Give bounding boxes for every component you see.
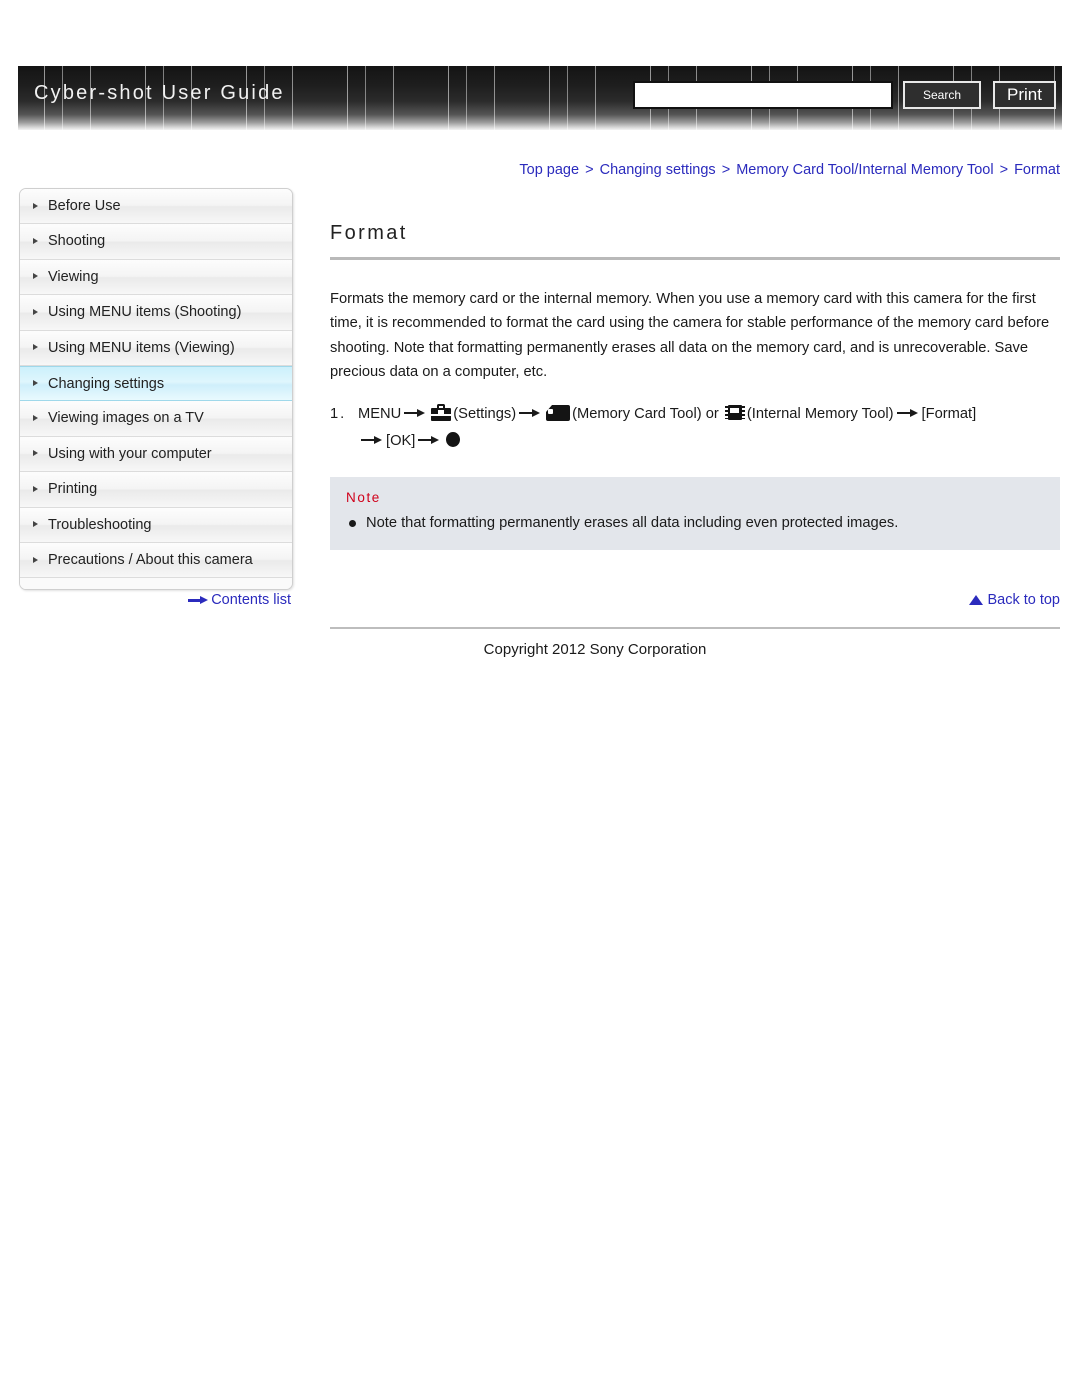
- chevron-right-icon: [33, 556, 38, 563]
- sidebar-item-precautions-about-this-camera[interactable]: Precautions / About this camera: [20, 542, 292, 579]
- chevron-right-icon: [33, 344, 38, 351]
- main-content: Format Formats the memory card or the in…: [330, 222, 1060, 658]
- sidebar-item-label: Troubleshooting: [48, 516, 152, 533]
- contents-list-link[interactable]: Contents list: [19, 592, 291, 608]
- breadcrumb-item-format[interactable]: Format: [1014, 162, 1060, 178]
- chevron-right-icon: [33, 202, 38, 209]
- sidebar-item-using-menu-items-viewing[interactable]: Using MENU items (Viewing): [20, 330, 292, 366]
- settings-toolbox-icon: [431, 404, 452, 422]
- print-button[interactable]: Print: [993, 81, 1056, 109]
- chevron-right-icon: [33, 273, 38, 280]
- note-item-list: Note that formatting permanently erases …: [346, 512, 1044, 534]
- sidebar-item-label: Viewing images on a TV: [48, 410, 204, 427]
- footer-divider: [330, 627, 1060, 630]
- search-button[interactable]: Search: [903, 81, 981, 109]
- step-settings-label: (Settings): [453, 406, 517, 423]
- sidebar-item-label: Using MENU items (Viewing): [48, 339, 235, 356]
- sidebar-item-label: Printing: [48, 481, 98, 498]
- step-format-bracket: [Format]: [921, 406, 977, 423]
- sidebar-item-before-use[interactable]: Before Use: [20, 189, 292, 225]
- sidebar-item-label: Viewing: [48, 268, 99, 285]
- sidebar-item-viewing[interactable]: Viewing: [20, 259, 292, 296]
- sidebar-item-label: Using with your computer: [48, 445, 212, 462]
- arrow-right-icon: [404, 408, 426, 419]
- copyright-text: Copyright 2012 Sony Corporation: [483, 641, 707, 659]
- sidebar-item-printing[interactable]: Printing: [20, 472, 292, 508]
- triangle-up-icon: [969, 595, 984, 606]
- sidebar-item-label: Using MENU items (Shooting): [48, 304, 242, 321]
- search-input[interactable]: [633, 81, 893, 109]
- step-internal-memory-label: (Internal Memory Tool): [746, 406, 894, 423]
- arrow-right-icon: [418, 435, 440, 446]
- arrow-right-icon: [188, 596, 209, 605]
- chevron-right-icon: [33, 450, 38, 457]
- step-menu-label: MENU: [358, 406, 402, 423]
- note-box: Note Note that formatting permanently er…: [330, 477, 1060, 551]
- sidebar-item-viewing-images-on-a-tv[interactable]: Viewing images on a TV: [20, 401, 292, 437]
- chevron-right-icon: [33, 380, 38, 387]
- page-title: Format: [330, 222, 408, 244]
- back-to-top-link[interactable]: Back to top: [330, 592, 1060, 608]
- breadcrumb: Top page > Changing settings > Memory Ca…: [519, 162, 1060, 178]
- sidebar-item-troubleshooting[interactable]: Troubleshooting: [20, 507, 292, 543]
- control-button-icon: [446, 432, 461, 448]
- sidebar-item-shooting[interactable]: Shooting: [20, 224, 292, 260]
- note-heading: Note: [346, 490, 381, 506]
- step-or-label: or: [705, 406, 719, 423]
- breadcrumb-separator: >: [721, 162, 731, 178]
- arrow-right-icon: [361, 435, 383, 446]
- breadcrumb-separator: >: [585, 162, 594, 178]
- description-paragraph: Formats the memory card or the internal …: [330, 291, 1050, 380]
- sidebar-item-label: Changing settings: [48, 375, 165, 392]
- breadcrumb-item-changing-settings[interactable]: Changing settings: [600, 162, 716, 178]
- sidebar-navigation: Before Use Shooting Viewing Using MENU i…: [19, 188, 293, 591]
- memory-card-icon: [546, 405, 571, 422]
- sidebar-item-label: Before Use: [48, 198, 121, 214]
- sidebar-item-label: Shooting: [48, 233, 106, 250]
- site-title: Cyber-shot User Guide: [34, 82, 285, 104]
- back-to-top-label: Back to top: [987, 592, 1060, 609]
- breadcrumb-item-memory-card-tool[interactable]: Memory Card Tool/Internal Memory Tool: [736, 162, 993, 178]
- header-banner: Cyber-shot User Guide Search Print: [18, 66, 1062, 130]
- sidebar-bottom-padding: [20, 578, 292, 590]
- sidebar-item-changing-settings[interactable]: Changing settings: [20, 365, 292, 402]
- site-header: Cyber-shot User Guide Search Print: [0, 0, 1080, 148]
- sidebar-item-using-menu-items-shooting[interactable]: Using MENU items (Shooting): [20, 295, 292, 331]
- chevron-right-icon: [33, 238, 38, 245]
- chevron-right-icon: [33, 521, 38, 528]
- sidebar-item-using-with-your-computer[interactable]: Using with your computer: [20, 436, 292, 473]
- procedure-step-1: 1. MENU (Settings) (Memory Card Tool) or (I…: [330, 401, 1060, 455]
- internal-memory-chip-icon: [724, 404, 745, 421]
- title-divider: [330, 257, 1060, 260]
- sidebar-item-label: Precautions / About this camera: [48, 551, 253, 568]
- chevron-right-icon: [33, 415, 38, 422]
- chevron-right-icon: [33, 485, 38, 492]
- note-item: Note that formatting permanently erases …: [346, 512, 1044, 534]
- breadcrumb-separator: >: [999, 162, 1009, 178]
- arrow-right-icon: [896, 408, 919, 419]
- arrow-right-icon: [519, 408, 541, 419]
- step-ok-bracket: [OK]: [386, 433, 416, 450]
- step-number: 1.: [330, 406, 347, 423]
- step-memory-card-label: (Memory Card Tool): [572, 406, 702, 423]
- breadcrumb-item-top-page[interactable]: Top page: [519, 162, 579, 178]
- chevron-right-icon: [33, 308, 38, 315]
- contents-list-label: Contents list: [211, 592, 291, 608]
